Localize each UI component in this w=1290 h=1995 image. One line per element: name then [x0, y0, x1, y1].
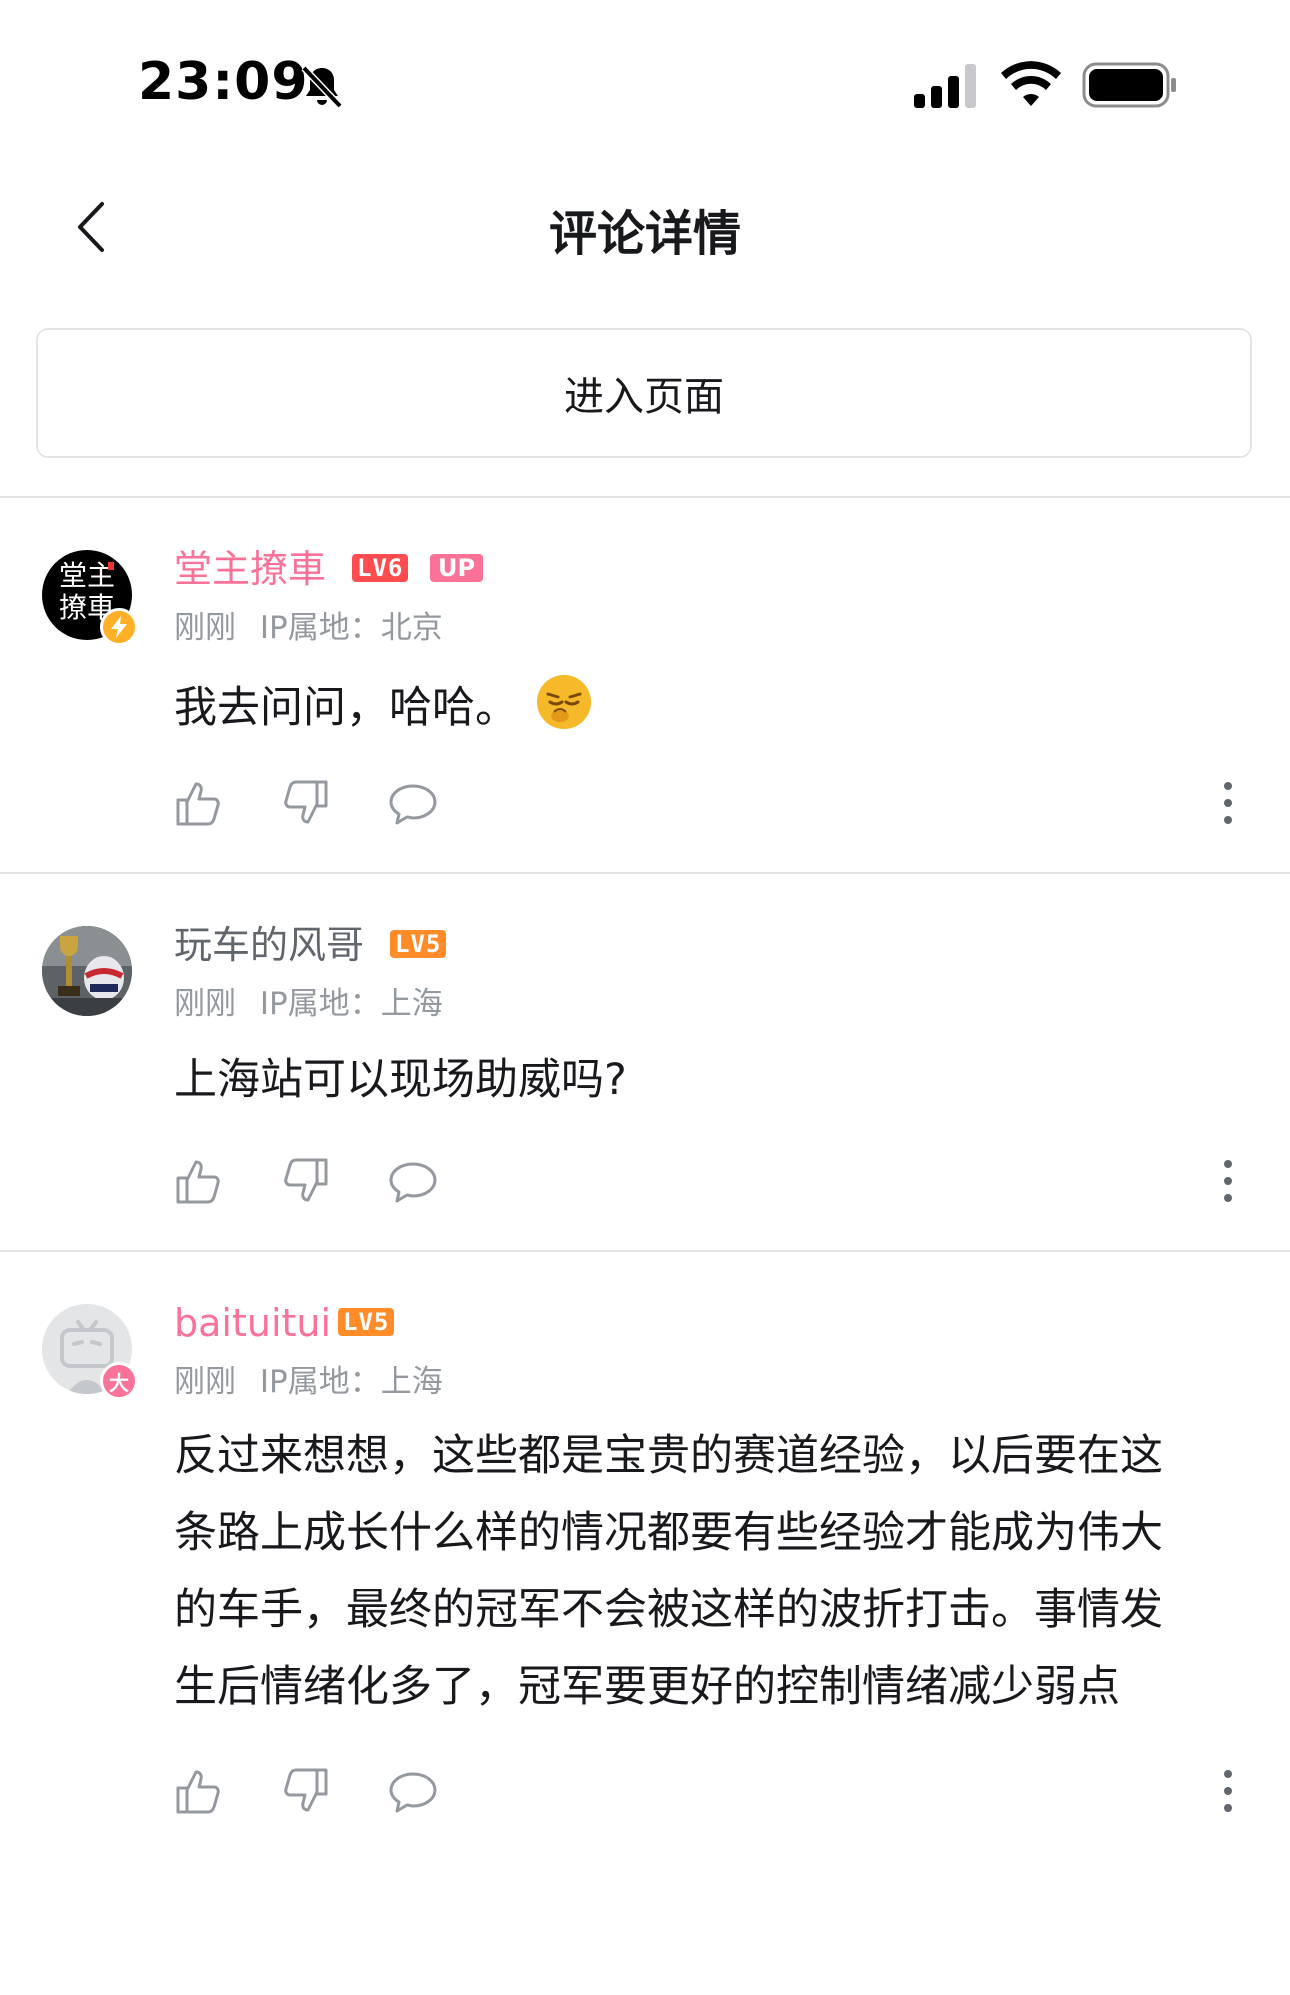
comment-time: 刚刚	[174, 610, 236, 646]
comment-item: 堂主撩車 堂主撩車 LV6 UP 刚刚 IP属地：北京 我去问问，哈哈。	[0, 498, 1290, 872]
username[interactable]: 玩车的风哥	[174, 922, 364, 968]
username[interactable]: baituitui	[174, 1300, 331, 1346]
enter-page-button[interactable]: 进入页面	[36, 328, 1252, 458]
bell-muted-icon	[301, 65, 343, 109]
level-badge: LV5	[338, 1308, 395, 1336]
page-title: 评论详情	[548, 206, 741, 262]
level-badge: LV5	[390, 930, 447, 958]
up-badge: UP	[430, 554, 484, 582]
dislike-icon[interactable]	[280, 1156, 330, 1206]
dislike-icon[interactable]	[280, 1766, 330, 1816]
like-icon[interactable]	[174, 778, 224, 828]
comment-text: 上海站可以现场助威吗?	[174, 1055, 627, 1105]
dislike-icon[interactable]	[280, 778, 330, 828]
comment-time: 刚刚	[174, 1364, 236, 1400]
ip-location: IP属地：上海	[259, 986, 443, 1022]
reply-icon[interactable]	[388, 1158, 438, 1208]
status-time: 23:09	[138, 52, 309, 112]
comment-text-line: 反过来想想，这些都是宝贵的赛道经验，以后要在这	[174, 1431, 1163, 1481]
wifi-icon	[1001, 61, 1061, 106]
lightning-badge-icon	[100, 608, 138, 646]
avatar[interactable]	[42, 926, 132, 1016]
reply-icon[interactable]	[388, 1768, 438, 1818]
comment-item: 大 baituitui LV5 刚刚 IP属地：上海 反过来想想，这些都是宝贵的…	[0, 1252, 1290, 1852]
reply-icon[interactable]	[388, 780, 438, 830]
comment-text-line: 条路上成长什么样的情况都要有些经验才能成为伟大	[174, 1508, 1163, 1558]
comment-text: 反过来想想，这些都是宝贵的赛道经验，以后要在这 条路上成长什么样的情况都要有些经…	[174, 1418, 1234, 1726]
comment-time: 刚刚	[174, 986, 236, 1022]
more-options-icon[interactable]	[1218, 1156, 1238, 1206]
username[interactable]: 堂主撩車	[174, 546, 326, 592]
more-options-icon[interactable]	[1218, 778, 1238, 828]
battery-icon	[1082, 62, 1176, 108]
comment-text: 我去问问，哈哈。	[174, 683, 518, 733]
cellular-signal-icon	[914, 64, 976, 108]
like-icon[interactable]	[174, 1156, 224, 1206]
ip-location: IP属地：北京	[259, 610, 443, 646]
avatar-seal	[108, 562, 114, 570]
emoji-icon	[536, 675, 591, 729]
comment-text-line: 的车手，最终的冠军不会被这样的波折打击。事情发	[174, 1585, 1163, 1635]
more-options-icon[interactable]	[1218, 1766, 1238, 1816]
level-badge: LV6	[352, 554, 409, 582]
member-badge: 大	[100, 1362, 138, 1400]
comment-item: 玩车的风哥 LV5 刚刚 IP属地：上海 上海站可以现场助威吗?	[0, 874, 1290, 1250]
ip-location: IP属地：上海	[259, 1364, 443, 1400]
comment-text-line: 生后情绪化多了，冠军要更好的控制情绪减少弱点	[174, 1662, 1120, 1712]
like-icon[interactable]	[174, 1766, 224, 1816]
